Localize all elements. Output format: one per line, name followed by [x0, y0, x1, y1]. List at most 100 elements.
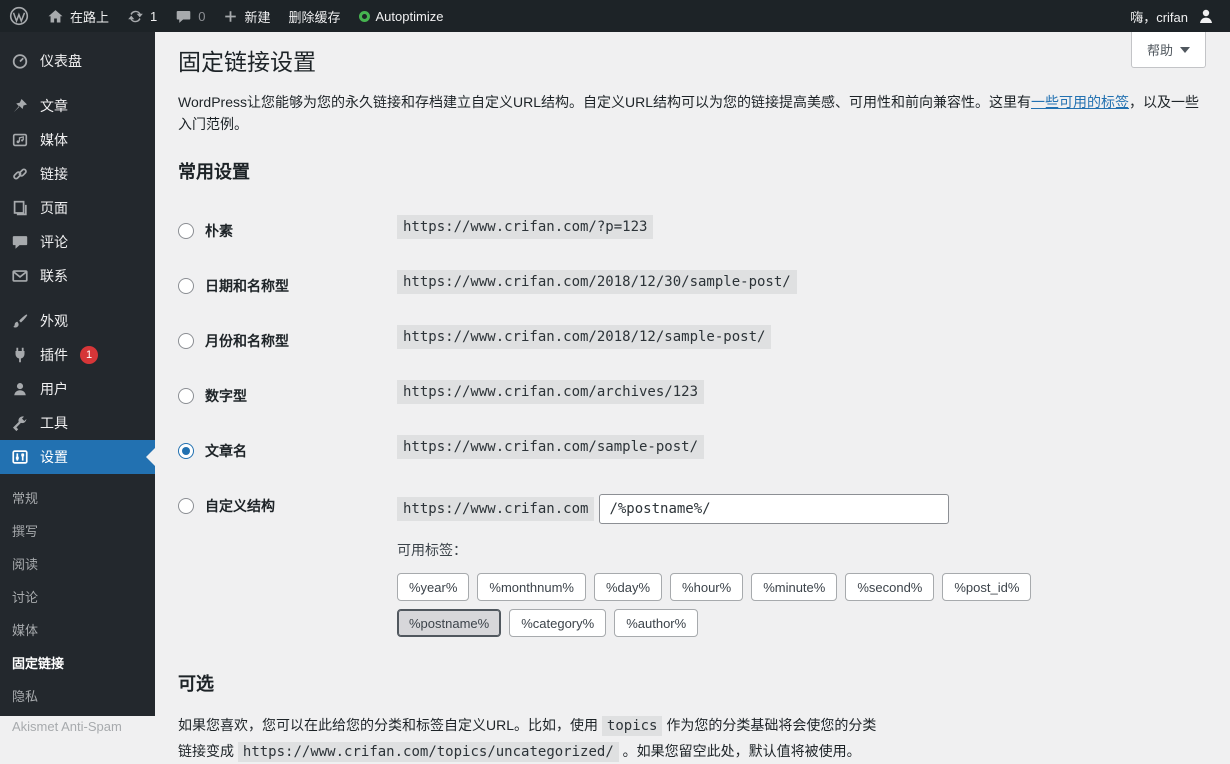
- tag-button-second[interactable]: %second%: [845, 573, 935, 602]
- sidebar-item-label: 工具: [40, 415, 68, 431]
- tag-button-author[interactable]: %author%: [614, 609, 699, 638]
- sidebar-item-users[interactable]: 用户: [0, 372, 155, 406]
- update-count: 1: [150, 8, 158, 24]
- permalink-option-row: 朴素 https://www.crifan.com/?p=123: [178, 215, 1210, 241]
- option-numeric[interactable]: 数字型: [178, 384, 397, 406]
- radio-month-name[interactable]: [178, 333, 194, 350]
- sidebar-item-appearance[interactable]: 外观: [0, 304, 155, 338]
- radio-numeric[interactable]: [178, 388, 194, 405]
- option-example: https://www.crifan.com/2018/12/30/sample…: [397, 270, 797, 295]
- sidebar-item-tools[interactable]: 工具: [0, 406, 155, 440]
- submenu-item-writing[interactable]: 撰写: [0, 514, 155, 547]
- submenu-item-privacy[interactable]: 隐私: [0, 679, 155, 712]
- radio-post-name[interactable]: [178, 443, 194, 460]
- common-settings-heading: 常用设置: [178, 162, 250, 183]
- autoptimize-icon: [358, 10, 370, 22]
- tag-button-monthnum[interactable]: %monthnum%: [477, 573, 586, 602]
- sidebar-item-comments[interactable]: 评论: [0, 225, 155, 259]
- url-example: https://www.crifan.com/sample-post/: [397, 435, 705, 460]
- sidebar-item-label: 媒体: [40, 132, 68, 148]
- clear-cache-label: 删除缓存: [288, 9, 341, 25]
- custom-structure-area: https://www.crifan.com 可用标签： %year% %mon…: [397, 494, 1121, 638]
- option-label: 自定义结构: [205, 498, 275, 515]
- option-example: https://www.crifan.com/archives/123: [397, 380, 705, 405]
- option-day-name[interactable]: 日期和名称型: [178, 274, 397, 296]
- url-example: https://www.crifan.com/2018/12/sample-po…: [397, 325, 772, 350]
- updates-link[interactable]: 1: [118, 0, 166, 32]
- new-content-menu[interactable]: 新建: [214, 0, 279, 32]
- tag-button-post-id[interactable]: %post_id%: [942, 573, 1032, 602]
- sidebar-item-links[interactable]: 链接: [0, 157, 155, 191]
- submenu-item-permalinks[interactable]: 固定链接: [0, 646, 155, 679]
- radio-plain[interactable]: [178, 223, 194, 240]
- help-button[interactable]: 帮助: [1130, 32, 1206, 68]
- tag-button-day[interactable]: %day%: [593, 573, 663, 602]
- home-icon: [47, 8, 64, 25]
- url-prefix: https://www.crifan.com: [397, 497, 595, 522]
- radio-day-name[interactable]: [178, 278, 194, 295]
- option-label: 日期和名称型: [205, 278, 289, 295]
- tag-buttons: %year% %monthnum% %day% %hour% %minute% …: [397, 573, 1121, 638]
- sidebar-item-label: 联系: [40, 268, 68, 284]
- option-example: https://www.crifan.com/sample-post/: [397, 435, 705, 460]
- sidebar-item-media[interactable]: 媒体: [0, 123, 155, 157]
- envelope-icon: [10, 267, 30, 285]
- custom-structure-input[interactable]: [599, 494, 950, 525]
- submenu-item-media[interactable]: 媒体: [0, 613, 155, 646]
- permalink-option-row: 数字型 https://www.crifan.com/archives/123: [178, 380, 1210, 406]
- sidebar-item-label: 仪表盘: [40, 53, 82, 69]
- media-icon: [10, 131, 30, 149]
- clear-cache-button[interactable]: 删除缓存: [280, 0, 350, 32]
- admin-bar: 在路上 1 0 新建 删除缓存 Autoptimize 嗨，crifan: [0, 0, 1230, 32]
- paintbrush-icon: [10, 312, 30, 330]
- sidebar-item-plugins[interactable]: 插件 1: [0, 338, 155, 372]
- optional-text-1: 如果您喜欢，您可以在此给您的分类和标签自定义URL。比如，使用: [178, 717, 599, 734]
- tag-button-year[interactable]: %year%: [397, 573, 470, 602]
- pushpin-icon: [10, 97, 30, 115]
- option-example: https://www.crifan.com/?p=123: [397, 215, 654, 240]
- comments-link[interactable]: 0: [166, 0, 214, 32]
- option-example: https://www.crifan.com/2018/12/sample-po…: [397, 325, 772, 350]
- avatar-icon: [1196, 6, 1216, 26]
- option-label: 文章名: [205, 443, 247, 460]
- sidebar-item-label: 外观: [40, 313, 68, 329]
- chain-link-icon: [10, 165, 30, 183]
- admin-sidebar: 仪表盘 文章 媒体 链接 页面 评论 联系 外观 插件 1 用户 工具 设置 常…: [0, 32, 155, 734]
- option-label: 朴素: [205, 223, 233, 240]
- tag-button-hour[interactable]: %hour%: [670, 573, 744, 602]
- sidebar-item-posts[interactable]: 文章: [0, 89, 155, 123]
- my-account-menu[interactable]: 嗨，crifan: [1116, 0, 1230, 32]
- option-custom-structure[interactable]: 自定义结构: [178, 494, 397, 516]
- option-month-name[interactable]: 月份和名称型: [178, 329, 397, 351]
- tag-button-category[interactable]: %category%: [509, 609, 607, 638]
- option-post-name[interactable]: 文章名: [178, 439, 397, 461]
- optional-code-topics: topics: [601, 716, 663, 737]
- tag-button-minute[interactable]: %minute%: [751, 573, 838, 602]
- optional-code-url: https://www.crifan.com/topics/uncategori…: [237, 741, 619, 762]
- permalink-option-row: 日期和名称型 https://www.crifan.com/2018/12/30…: [178, 270, 1210, 296]
- option-label: 数字型: [205, 388, 247, 405]
- option-plain[interactable]: 朴素: [178, 219, 397, 241]
- visit-site-link[interactable]: 在路上: [38, 0, 118, 32]
- available-tags-link[interactable]: 一些可用的标签: [1031, 94, 1129, 110]
- sidebar-item-dashboard[interactable]: 仪表盘: [0, 44, 155, 78]
- wrench-icon: [10, 414, 30, 432]
- sidebar-item-settings[interactable]: 设置: [0, 440, 155, 474]
- optional-heading: 可选: [178, 674, 214, 695]
- sidebar-item-pages[interactable]: 页面: [0, 191, 155, 225]
- url-example: https://www.crifan.com/archives/123: [397, 380, 705, 405]
- submenu-item-discussion[interactable]: 讨论: [0, 580, 155, 613]
- submenu-item-reading[interactable]: 阅读: [0, 547, 155, 580]
- intro-text-before: WordPress让您能够为您的永久链接和存档建立自定义URL结构。自定义URL…: [178, 94, 1031, 110]
- wordpress-logo-menu[interactable]: [0, 0, 38, 32]
- available-tags-label: 可用标签：: [397, 542, 467, 559]
- radio-custom-structure[interactable]: [178, 498, 194, 515]
- submenu-item-general[interactable]: 常规: [0, 481, 155, 514]
- intro-paragraph: WordPress让您能够为您的永久链接和存档建立自定义URL结构。自定义URL…: [178, 92, 1210, 135]
- option-label: 月份和名称型: [205, 333, 289, 350]
- autoptimize-menu[interactable]: Autoptimize: [350, 0, 453, 32]
- sidebar-item-label: 用户: [40, 381, 68, 397]
- sidebar-item-contact[interactable]: 联系: [0, 259, 155, 293]
- tag-button-postname[interactable]: %postname%: [397, 609, 502, 638]
- chevron-down-icon: [1180, 46, 1190, 53]
